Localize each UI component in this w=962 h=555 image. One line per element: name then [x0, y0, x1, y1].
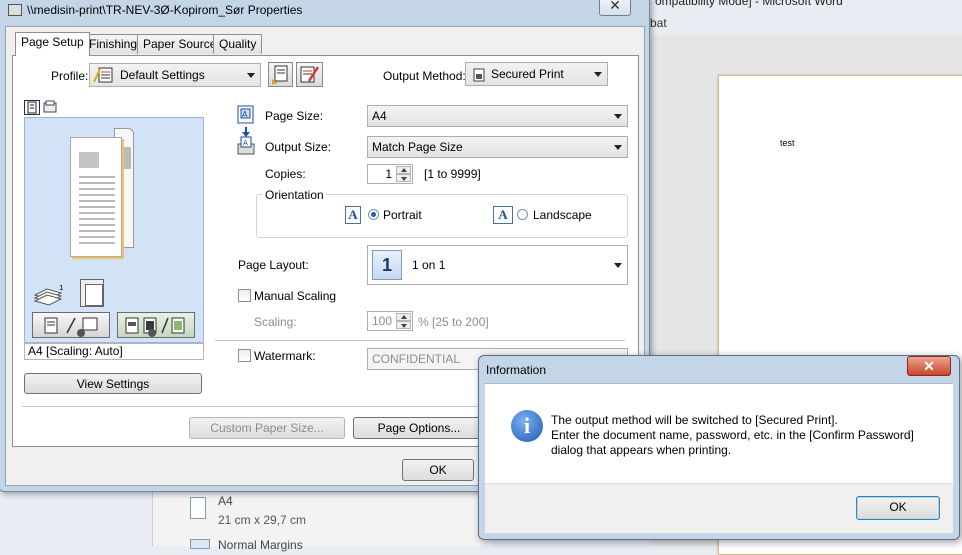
- scaling-value: 100: [371, 314, 392, 328]
- custom-paper-size-button[interactable]: Custom Paper Size...: [189, 417, 345, 439]
- word-title: ompatibility Mode] - Microsoft Word: [655, 0, 843, 8]
- tab-paper-source[interactable]: Paper Source: [137, 34, 223, 54]
- svg-text:A: A: [242, 110, 248, 119]
- svg-text:A: A: [243, 139, 248, 147]
- view-settings-button[interactable]: View Settings: [24, 373, 202, 394]
- copies-value: 1: [385, 167, 392, 181]
- preview-page: [70, 137, 122, 257]
- scaling-up-button[interactable]: [396, 313, 411, 321]
- copies-range: [1 to 9999]: [424, 167, 481, 181]
- word-ribbon-fragment: bat: [650, 16, 667, 30]
- printer-icon: [8, 4, 22, 16]
- color-preview-button[interactable]: [117, 312, 195, 338]
- profile-icon: [93, 67, 115, 83]
- scaling-down-button[interactable]: [396, 321, 411, 329]
- portrait-radio[interactable]: [368, 209, 379, 220]
- chevron-down-icon: [614, 263, 622, 268]
- watermark-value: CONFIDENTIAL: [372, 352, 461, 366]
- page-view-toggle[interactable]: [24, 100, 40, 115]
- output-size-icon: A: [236, 136, 256, 156]
- scaling-stepper[interactable]: 100: [367, 311, 413, 331]
- divider: [215, 340, 625, 341]
- profile-add-button[interactable]: [268, 62, 293, 87]
- landscape-label[interactable]: Landscape: [533, 208, 592, 222]
- copies-down-button[interactable]: [396, 174, 411, 182]
- page-layout-label: Page Layout:: [238, 258, 309, 272]
- info-icon: i: [511, 410, 543, 442]
- properties-close-button[interactable]: ✕: [599, 0, 631, 16]
- information-close-button[interactable]: ✕: [907, 356, 951, 376]
- watermark-checkbox[interactable]: [238, 349, 251, 362]
- watermark-label[interactable]: Watermark:: [254, 349, 316, 363]
- preview-status-text: A4 [Scaling: Auto]: [24, 343, 204, 360]
- page-layout-value: 1 on 1: [412, 258, 446, 272]
- page-size-icon: A: [236, 105, 256, 125]
- orientation-label: Orientation: [263, 188, 326, 202]
- word-doc-text: test: [780, 138, 795, 148]
- staple-layout-icon: [44, 317, 98, 337]
- output-method-value: Secured Print: [491, 67, 564, 81]
- paper-icon: [190, 497, 206, 519]
- profile-edit-icon: [300, 66, 320, 83]
- copies-up-button[interactable]: [396, 166, 411, 174]
- scaling-label: Scaling:: [254, 315, 297, 329]
- paper-stack-icon: 1: [33, 281, 65, 307]
- margins-icon: [190, 539, 210, 549]
- portrait-label[interactable]: Portrait: [383, 208, 422, 222]
- svg-text:1: 1: [59, 284, 63, 292]
- profile-combo[interactable]: Default Settings: [89, 63, 261, 87]
- paper-size-dimensions[interactable]: 21 cm x 29,7 cm: [218, 513, 306, 527]
- information-dialog-title: Information: [486, 363, 547, 377]
- properties-dialog-title: \\medisin-print\TR-NEV-3Ø-Kopirom_Sør Pr…: [27, 3, 303, 17]
- information-ok-button[interactable]: OK: [856, 496, 940, 520]
- output-size-value: Match Page Size: [372, 140, 463, 154]
- tab-page-setup[interactable]: Page Setup: [15, 32, 90, 56]
- tab-finishing[interactable]: Finishing: [83, 34, 144, 54]
- page-size-select[interactable]: A4: [367, 105, 628, 127]
- page-layout-icon: 1: [372, 250, 402, 280]
- profile-value: Default Settings: [120, 68, 205, 82]
- output-method-combo[interactable]: Secured Print: [465, 62, 608, 86]
- page-size-label: Page Size:: [265, 109, 324, 123]
- printer-view-toggle[interactable]: [42, 100, 58, 115]
- portrait-icon: A: [345, 206, 361, 224]
- page-size-value: A4: [372, 109, 387, 123]
- copies-stack-icon: [80, 279, 104, 307]
- scaling-range: % [25 to 200]: [418, 315, 489, 329]
- paper-size-name[interactable]: A4: [218, 494, 233, 508]
- tab-quality[interactable]: Quality: [213, 34, 263, 54]
- color-mode-icon: [125, 317, 185, 337]
- page-options-button[interactable]: Page Options...: [353, 417, 485, 439]
- finishing-preview-button[interactable]: [32, 312, 110, 338]
- properties-ok-button[interactable]: OK: [402, 459, 474, 481]
- arrow-down-icon: [242, 126, 250, 137]
- copies-label: Copies:: [265, 167, 306, 181]
- profile-edit-button[interactable]: [296, 62, 323, 87]
- output-size-label: Output Size:: [265, 140, 332, 154]
- info-message-line: Enter the document name, password, etc. …: [551, 428, 914, 442]
- profile-label: Profile:: [51, 69, 89, 83]
- output-size-select[interactable]: Match Page Size: [367, 136, 628, 158]
- info-message-line: The output method will be switched to [S…: [551, 413, 838, 427]
- manual-scaling-checkbox[interactable]: [238, 289, 251, 302]
- page-layout-select[interactable]: 1 1 on 1: [367, 245, 628, 285]
- profile-add-icon: [272, 65, 288, 85]
- landscape-radio[interactable]: [517, 209, 528, 220]
- manual-scaling-label[interactable]: Manual Scaling: [254, 289, 336, 303]
- output-method-label: Output Method:: [383, 69, 466, 83]
- margins-item-label[interactable]: Normal Margins: [218, 538, 303, 552]
- secured-print-icon: [473, 67, 485, 82]
- info-message-line: dialog that appears when printing.: [551, 443, 732, 457]
- copies-stepper[interactable]: 1: [367, 164, 413, 184]
- landscape-icon: A: [493, 206, 513, 224]
